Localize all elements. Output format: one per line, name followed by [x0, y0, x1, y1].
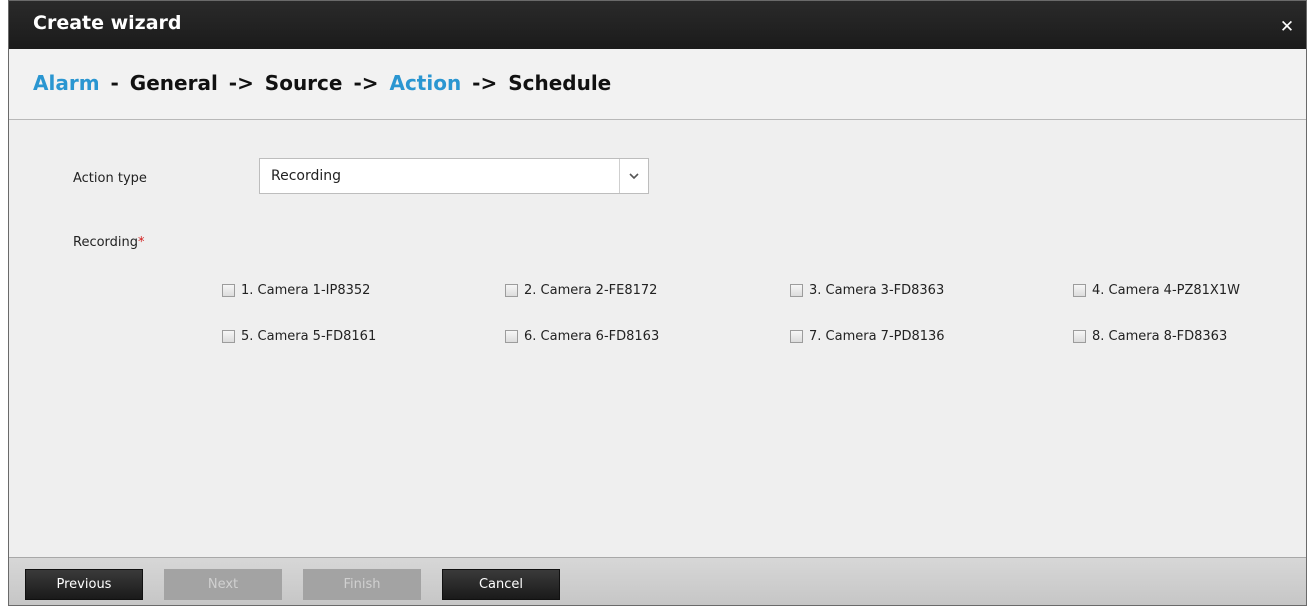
checkbox[interactable] — [222, 330, 235, 343]
action-type-select[interactable]: Recording — [259, 158, 649, 194]
dialog-titlebar: Create wizard ✕ — [9, 1, 1306, 49]
checkbox[interactable] — [790, 284, 803, 297]
wizard-content: Action type Recording Recording* 1. Came… — [9, 120, 1306, 557]
camera-label: 2. Camera 2-FE8172 — [524, 283, 658, 298]
required-asterisk: * — [138, 235, 145, 250]
step-alarm: Alarm — [33, 71, 100, 95]
checkbox[interactable] — [790, 330, 803, 343]
step-general: General — [129, 71, 218, 95]
step-schedule: Schedule — [508, 71, 612, 95]
step-source: Source — [264, 71, 343, 95]
create-wizard-dialog: Create wizard ✕ Alarm - General -> Sourc… — [8, 0, 1307, 606]
step-arrow: -> — [472, 71, 498, 95]
previous-button[interactable]: Previous — [25, 569, 143, 600]
step-action: Action — [389, 71, 462, 95]
steps-line: Alarm - General -> Source -> Action -> S… — [33, 71, 611, 95]
camera-label: 8. Camera 8-FD8363 — [1092, 329, 1228, 344]
action-type-label: Action type — [73, 171, 147, 186]
camera-label: 5. Camera 5-FD8161 — [241, 329, 377, 344]
cancel-button[interactable]: Cancel — [442, 569, 560, 600]
dialog-title: Create wizard — [33, 12, 182, 34]
camera-label: 7. Camera 7-PD8136 — [809, 329, 945, 344]
chevron-down-icon[interactable] — [619, 159, 648, 193]
step-separator: - — [110, 71, 119, 95]
step-arrow: -> — [228, 71, 254, 95]
camera-label: 6. Camera 6-FD8163 — [524, 329, 660, 344]
finish-button[interactable]: Finish — [303, 569, 421, 600]
checkbox[interactable] — [222, 284, 235, 297]
checkbox[interactable] — [505, 284, 518, 297]
next-button[interactable]: Next — [164, 569, 282, 600]
checkbox[interactable] — [1073, 330, 1086, 343]
camera-label: 1. Camera 1-IP8352 — [241, 283, 371, 298]
wizard-breadcrumb: Alarm - General -> Source -> Action -> S… — [9, 49, 1306, 120]
camera-label: 4. Camera 4-PZ81X1W — [1092, 283, 1240, 298]
camera-label: 3. Camera 3-FD8363 — [809, 283, 945, 298]
action-type-value: Recording — [271, 168, 342, 184]
recording-label: Recording* — [73, 235, 145, 250]
step-arrow: -> — [353, 71, 379, 95]
dialog-footer: Previous Next Finish Cancel — [9, 557, 1306, 605]
close-icon[interactable]: ✕ — [1278, 18, 1296, 36]
checkbox[interactable] — [505, 330, 518, 343]
checkbox[interactable] — [1073, 284, 1086, 297]
recording-label-text: Recording — [73, 235, 139, 250]
